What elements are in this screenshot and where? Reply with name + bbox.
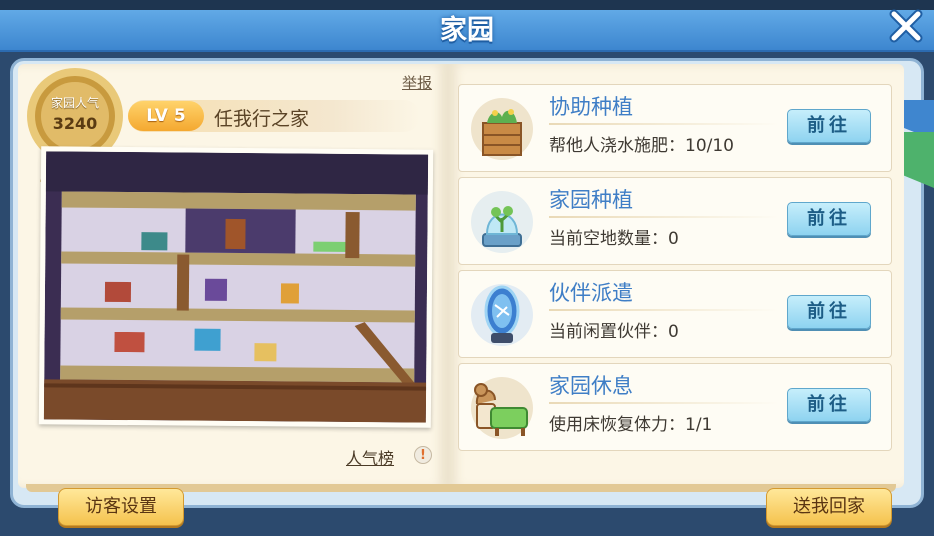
popularity-label: 家园人气	[50, 96, 99, 110]
task-title: 家园种植	[549, 188, 633, 212]
go-button-partner-dispatch[interactable]: 前往	[787, 295, 871, 329]
go-button-home-rest[interactable]: 前往	[787, 388, 871, 422]
planter-box-icon	[469, 95, 535, 163]
task-title: 家园休息	[549, 374, 633, 398]
home-level-badge: LV 5	[128, 101, 204, 131]
house-scene-icon	[43, 151, 429, 423]
task-title: 伙伴派遣	[549, 281, 633, 305]
popularity-value: 3240	[52, 114, 98, 133]
task-description: 帮他人浇水施肥：10/10	[549, 136, 734, 156]
task-card-assist-planting: 协助种植 帮他人浇水施肥：10/10 前往	[458, 84, 892, 172]
home-preview-image[interactable]	[38, 146, 434, 428]
close-icon	[889, 9, 923, 43]
portal-mirror-icon	[469, 281, 535, 349]
info-icon[interactable]: !	[414, 446, 432, 464]
task-card-home-planting: 家园种植 当前空地数量：0 前往	[458, 177, 892, 265]
close-button[interactable]	[886, 6, 926, 46]
report-link[interactable]: 举报	[402, 72, 432, 93]
task-description: 当前空地数量：0	[549, 229, 679, 249]
popularity-ranking-link[interactable]: 人气榜	[346, 445, 394, 469]
plant-capsule-icon	[469, 188, 535, 256]
home-name: 任我行之家	[214, 108, 310, 130]
window-title: 家园	[440, 15, 494, 46]
task-divider	[549, 402, 779, 404]
task-divider	[549, 123, 779, 125]
task-description: 当前闲置伙伴：0	[549, 322, 679, 342]
task-description: 使用床恢复体力：1/1	[549, 415, 713, 435]
task-card-partner-dispatch: 伙伴派遣 当前闲置伙伴：0 前往	[458, 270, 892, 358]
task-card-home-rest: 家园休息 使用床恢复体力：1/1 前往	[458, 363, 892, 451]
send-me-home-button[interactable]: 送我回家	[766, 488, 892, 526]
task-title: 协助种植	[549, 95, 633, 119]
go-button-home-planting[interactable]: 前往	[787, 202, 871, 236]
bed-icon	[469, 374, 535, 442]
go-button-assist-planting[interactable]: 前往	[787, 109, 871, 143]
task-divider	[549, 216, 779, 218]
visitor-settings-button[interactable]: 访客设置	[58, 488, 184, 526]
task-divider	[549, 309, 779, 311]
